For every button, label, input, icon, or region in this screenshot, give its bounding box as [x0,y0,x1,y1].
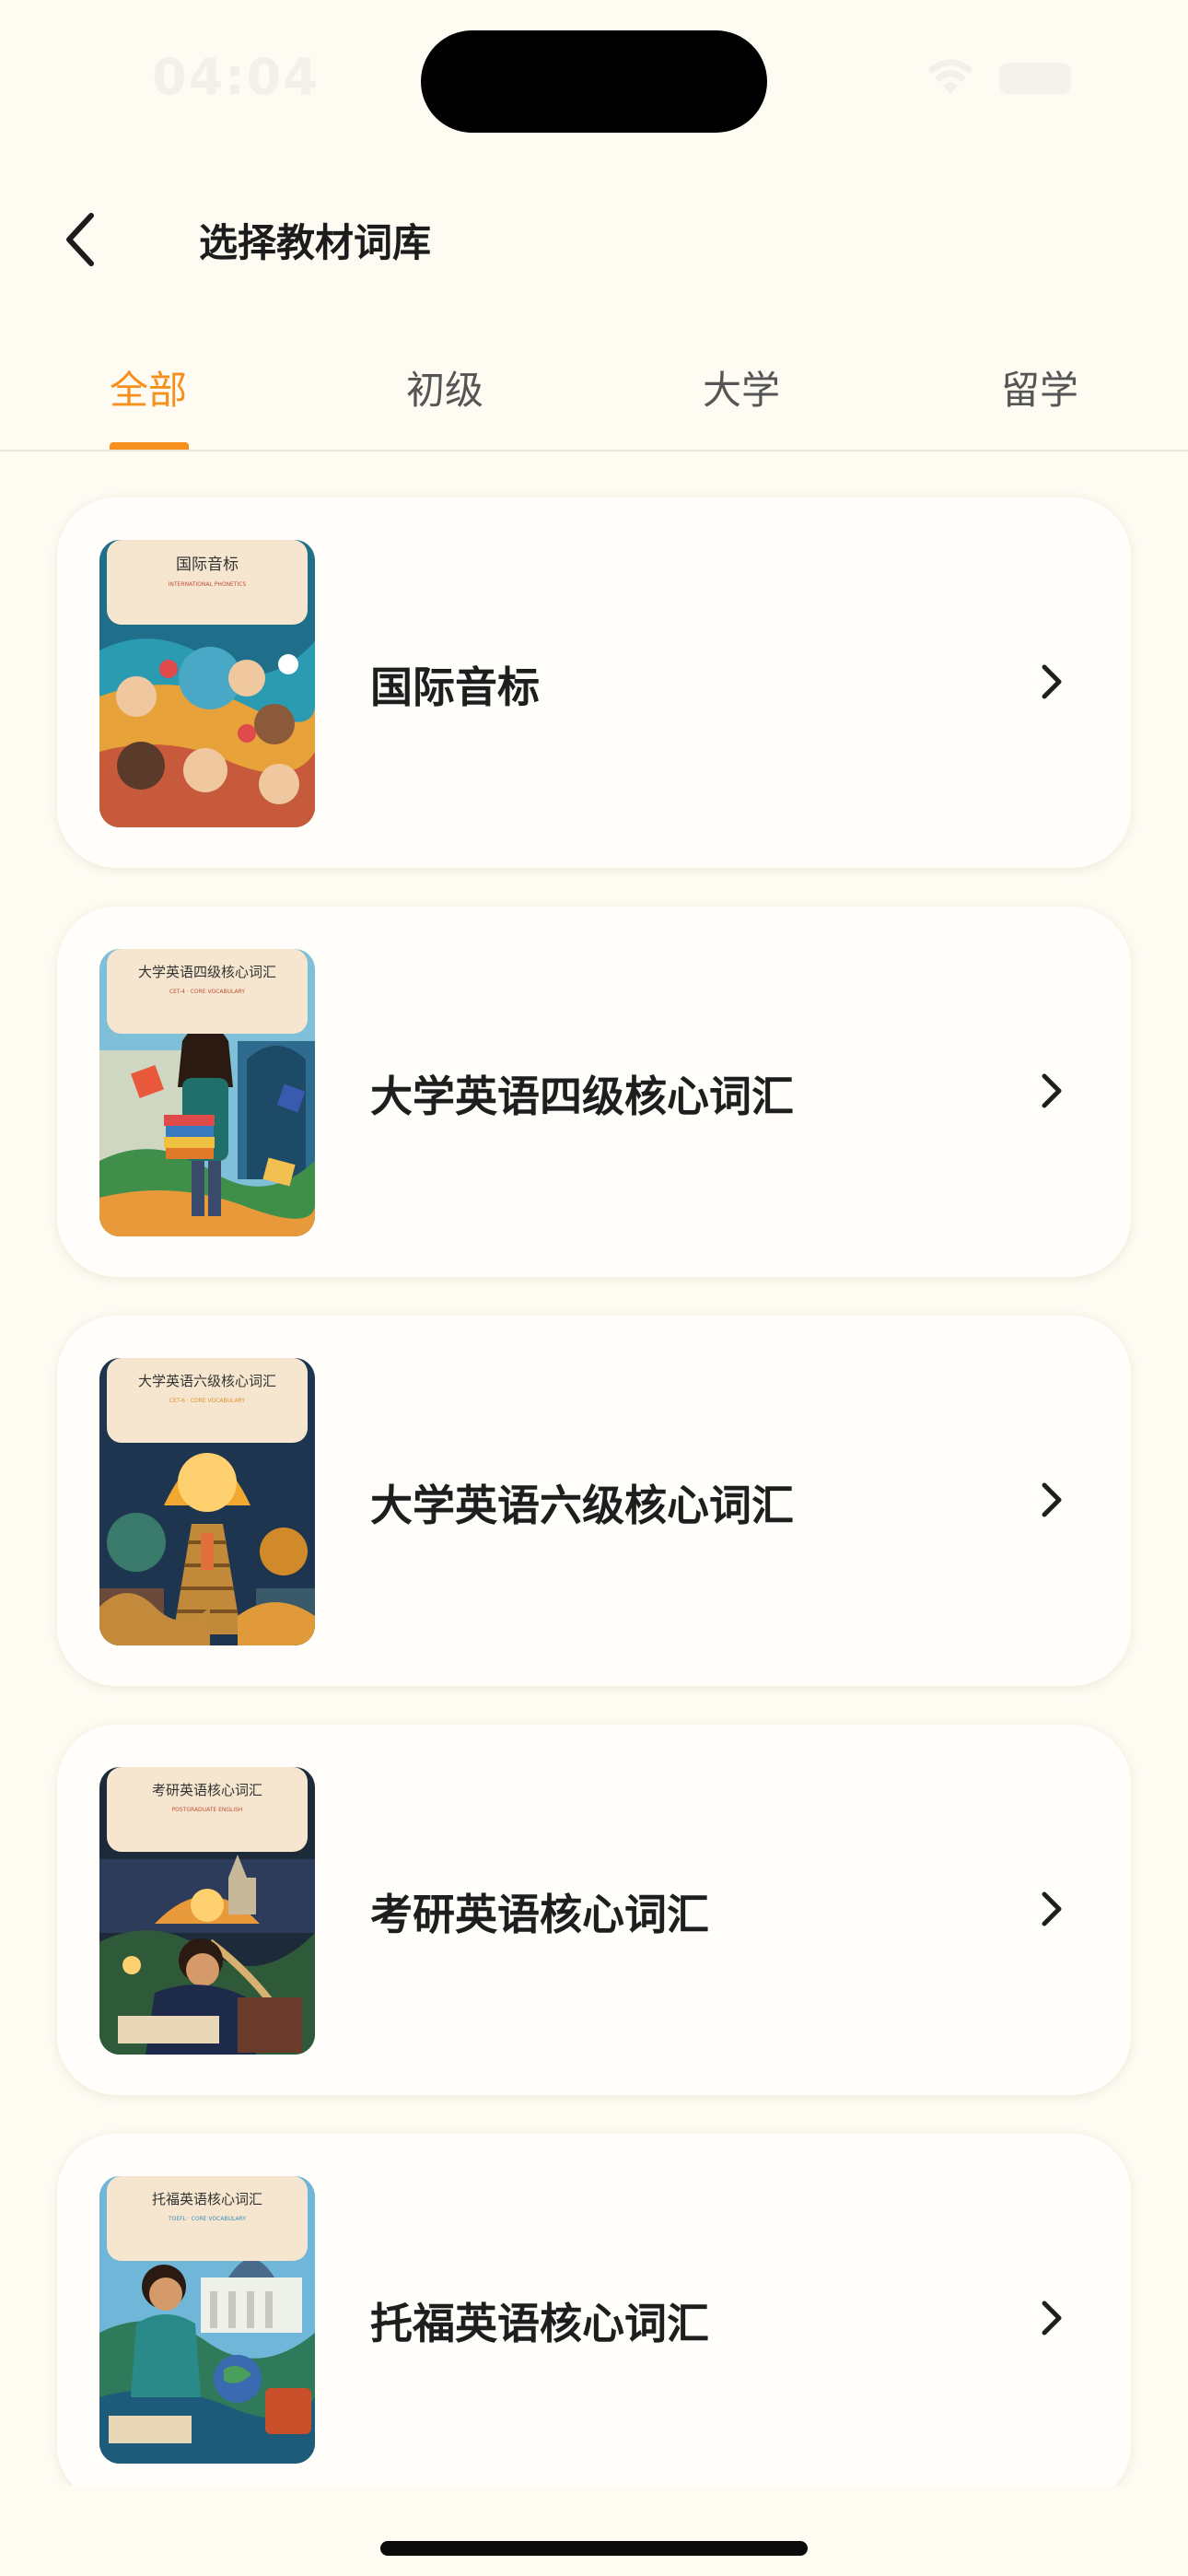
book-cover: 托福英语核心词汇 TOEFL · CORE VOCABULARY [99,2176,315,2464]
dynamic-island [421,30,767,133]
cover-subtitle: POSTGRADUATE ENGLISH [172,1807,243,1813]
cover-subtitle: INTERNATIONAL PHONETICS [169,581,247,588]
category-tabs: 全部 初级 大学 留学 [0,341,1188,451]
chevron-right-icon [1042,1482,1062,1517]
book-card-cet6[interactable]: 大学英语六级核心词汇 CET-6 · CORE VOCABULARY 大学英语六… [57,1316,1131,1686]
cover-title: 国际音标 [176,556,239,574]
book-cover: 大学英语六级核心词汇 CET-6 · CORE VOCABULARY [99,1358,315,1645]
wifi-icon [927,59,973,94]
book-list: 国际音标 INTERNATIONAL PHONETICS 国际音标 大学英语四级… [0,450,1188,2486]
book-card-toefl[interactable]: 托福英语核心词汇 TOEFL · CORE VOCABULARY 托福英语核心词… [57,2134,1131,2486]
chevron-right-icon [1042,664,1062,699]
cover-title: 考研英语核心词汇 [152,1782,262,1798]
nav-bar: 选择教材词库 [0,184,1188,295]
page-title: 选择教材词库 [199,220,432,265]
book-title: 考研英语核心词汇 [370,1890,709,1939]
battery-icon [999,63,1071,94]
tab-all[interactable]: 全部 [110,359,187,416]
home-indicator[interactable] [380,2541,808,2556]
book-cover: 考研英语核心词汇 POSTGRADUATE ENGLISH [99,1767,315,2055]
tab-study-abroad[interactable]: 留学 [1001,359,1078,416]
book-cover: 大学英语四级核心词汇 CET-4 · CORE VOCABULARY [99,949,315,1236]
book-cover: 国际音标 INTERNATIONAL PHONETICS [99,540,315,827]
cover-subtitle: TOEFL · CORE VOCABULARY [168,2216,246,2222]
book-card-postgraduate[interactable]: 考研英语核心词汇 POSTGRADUATE ENGLISH 考研英语核心词汇 [57,1725,1131,2095]
chevron-right-icon [1042,1891,1062,1926]
book-title: 大学英语六级核心词汇 [370,1481,794,1530]
book-title: 大学英语四级核心词汇 [370,1071,794,1121]
tab-beginner[interactable]: 初级 [406,359,483,416]
cover-subtitle: CET-4 · CORE VOCABULARY [169,989,245,995]
cover-title: 大学英语六级核心词汇 [138,1373,276,1389]
cover-subtitle: CET-6 · CORE VOCABULARY [169,1398,245,1404]
cover-title: 大学英语四级核心词汇 [138,964,276,980]
status-bar: 04:04 [0,0,1188,166]
cover-title: 托福英语核心词汇 [152,2191,262,2207]
status-time: 04:04 [152,48,320,106]
back-button[interactable] [48,207,112,272]
book-card-ipa[interactable]: 国际音标 INTERNATIONAL PHONETICS 国际音标 [57,498,1131,868]
book-title: 国际音标 [370,662,540,712]
book-card-cet4[interactable]: 大学英语四级核心词汇 CET-4 · CORE VOCABULARY 大学英语四… [57,907,1131,1277]
chevron-left-icon [66,213,94,266]
tab-university[interactable]: 大学 [703,359,780,416]
chevron-right-icon [1042,1073,1062,1108]
book-title: 托福英语核心词汇 [370,2299,709,2348]
chevron-right-icon [1042,2301,1062,2336]
active-tab-indicator [110,442,189,450]
